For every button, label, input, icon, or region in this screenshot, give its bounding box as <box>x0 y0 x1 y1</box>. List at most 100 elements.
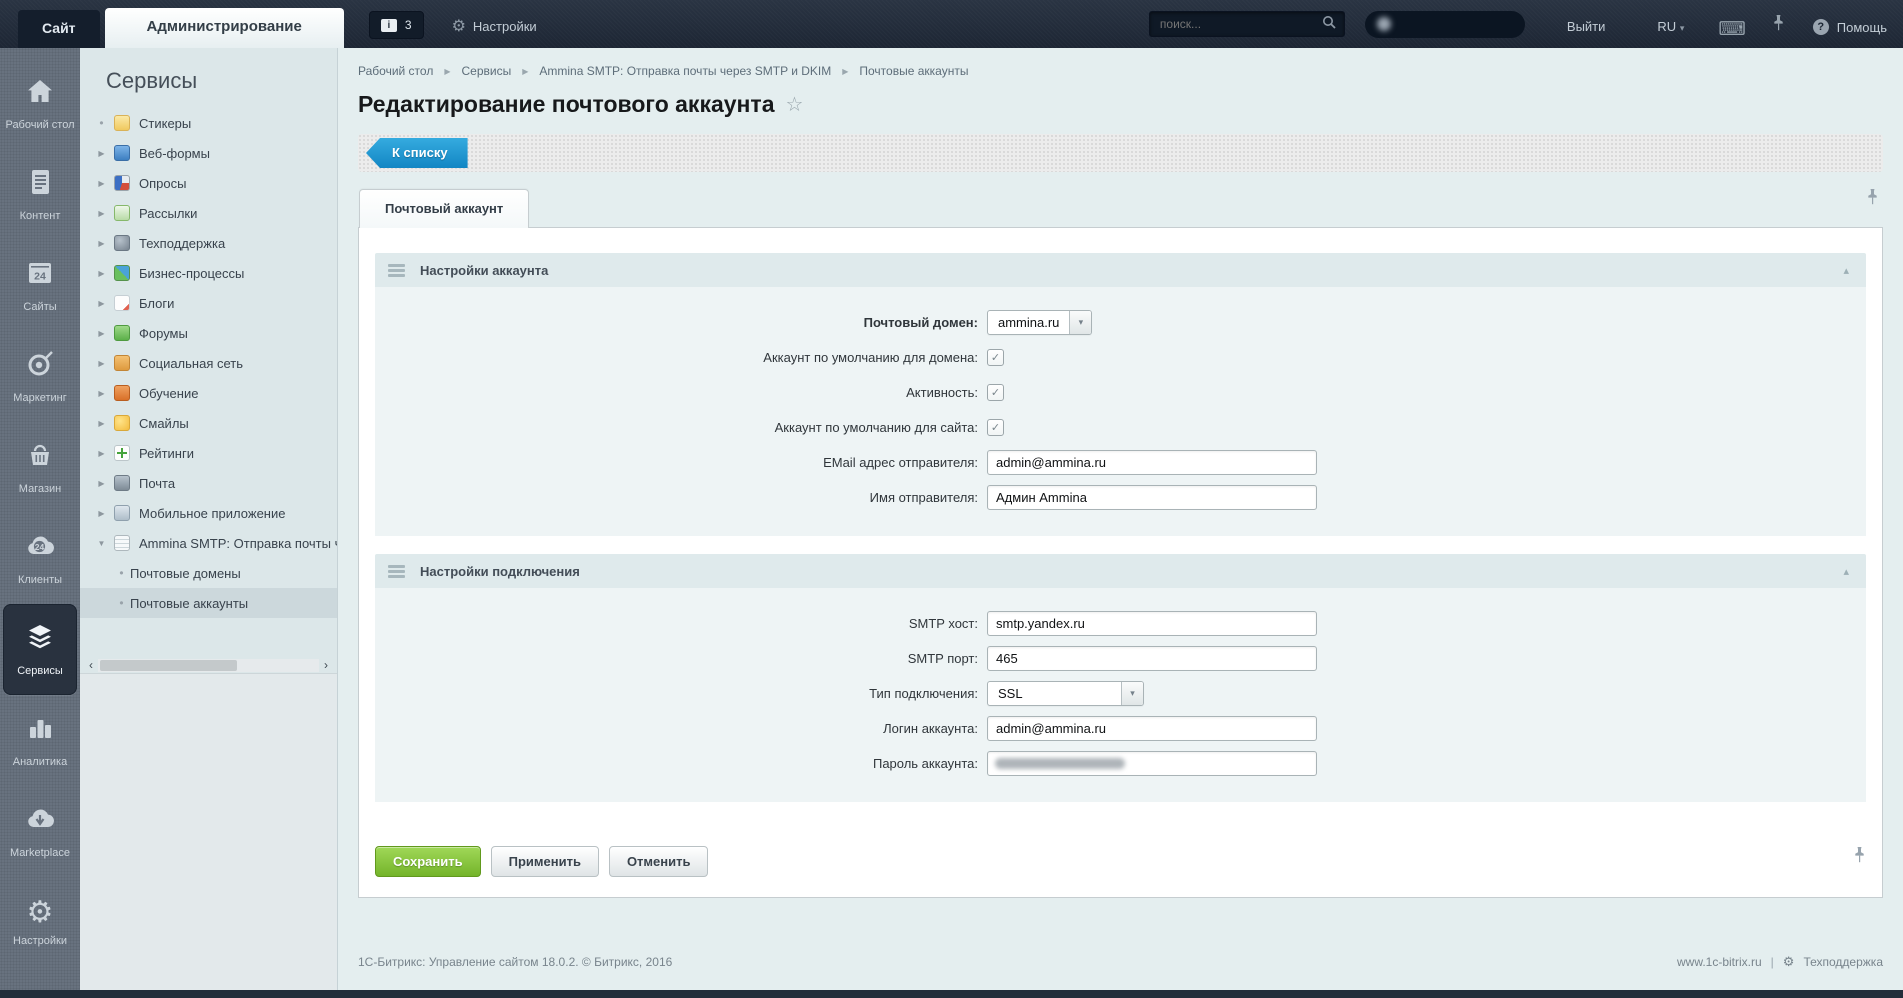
rail-label: Клиенты <box>18 574 62 587</box>
rail-item-marketing[interactable]: Маркетинг <box>3 331 77 422</box>
tab-admin-active[interactable]: Администрирование <box>105 8 344 48</box>
topbar-pin-icon[interactable] <box>1772 14 1785 36</box>
expand-arrow-icon[interactable]: ▶ <box>93 179 110 188</box>
rail-item-sites[interactable]: 24 Сайты <box>3 240 77 331</box>
search-icon[interactable] <box>1322 15 1336 34</box>
sender-email-input[interactable] <box>987 450 1317 475</box>
expand-arrow-icon[interactable]: ▶ <box>93 419 110 428</box>
shop-basket-icon <box>24 439 56 476</box>
section-header[interactable]: Настройки аккаунта ▴ <box>375 253 1866 287</box>
field-row-smtp-port: SMTP порт: <box>375 645 1866 671</box>
scroll-left-arrow[interactable]: ‹ <box>84 659 98 672</box>
expand-arrow-icon[interactable]: • <box>113 596 130 610</box>
expand-arrow-icon[interactable]: ▶ <box>93 239 110 248</box>
breadcrumb-item[interactable]: Рабочий стол <box>358 64 433 78</box>
rail-item-settings[interactable]: ⚙ Настройки <box>3 877 77 968</box>
rail-item-clients[interactable]: 24 Клиенты <box>3 513 77 604</box>
tab-site[interactable]: Сайт <box>18 10 100 48</box>
expand-arrow-icon[interactable]: ▶ <box>93 329 110 338</box>
sidebar-item[interactable]: ▶ Социальная сеть <box>80 348 337 378</box>
footer-support-link[interactable]: Техподдержка <box>1803 955 1883 969</box>
sidebar-item[interactable]: ▶ Опросы <box>80 168 337 198</box>
collapse-arrow-icon[interactable]: ▴ <box>1843 565 1853 578</box>
account-login-input[interactable] <box>987 716 1317 741</box>
sidebar-item[interactable]: • Почтовые домены <box>80 558 337 588</box>
collapse-arrow-icon[interactable]: ▴ <box>1843 264 1853 277</box>
sidebar-item[interactable]: ▶ Обучение <box>80 378 337 408</box>
expand-arrow-icon[interactable]: ▶ <box>93 509 110 518</box>
sidebar-item[interactable]: ▶ Смайлы <box>80 408 337 438</box>
expand-arrow-icon[interactable]: ▶ <box>93 389 110 398</box>
section-title: Настройки аккаунта <box>420 263 548 278</box>
drag-handle-icon[interactable] <box>388 264 405 277</box>
user-name-blurred[interactable] <box>1365 11 1525 38</box>
expand-arrow-icon[interactable]: ▶ <box>93 359 110 368</box>
sidebar-item[interactable]: • Почтовые аккаунты <box>80 588 337 618</box>
sidebar-item[interactable]: ▶ Почта <box>80 468 337 498</box>
sidebar-item[interactable]: ▶ Мобильное приложение <box>80 498 337 528</box>
sidebar-item[interactable]: ▶ Рейтинги <box>80 438 337 468</box>
rail-item-desktop[interactable]: Рабочий стол <box>3 58 77 149</box>
connection-type-select[interactable]: SSL ▾ <box>987 681 1144 706</box>
tabs-pin-icon[interactable] <box>1866 188 1879 210</box>
content-document-icon <box>24 166 56 203</box>
expand-arrow-icon[interactable]: • <box>93 116 110 130</box>
drag-handle-icon[interactable] <box>388 565 405 578</box>
menu-item-icon <box>114 145 130 161</box>
smtp-port-input[interactable] <box>987 646 1317 671</box>
sender-name-input[interactable] <box>987 485 1317 510</box>
sidebar-item[interactable]: ▼ Ammina SMTP: Отправка почты ч <box>80 528 337 558</box>
language-dropdown[interactable]: RU ▾ <box>1657 19 1684 34</box>
smtp-host-input[interactable] <box>987 611 1317 636</box>
sidebar-item[interactable]: ▶ Блоги <box>80 288 337 318</box>
expand-arrow-icon[interactable]: ▼ <box>93 539 110 548</box>
rail-item-services[interactable]: Сервисы <box>3 604 77 695</box>
help-button[interactable]: ? Помощь <box>1813 19 1887 35</box>
tab-mail-account[interactable]: Почтовый аккаунт <box>359 189 529 228</box>
default-for-site-checkbox[interactable]: ✓ <box>987 419 1004 436</box>
rail-item-shop[interactable]: Магазин <box>3 422 77 513</box>
rail-label: Сайты <box>23 301 56 314</box>
apply-button[interactable]: Применить <box>491 846 599 877</box>
default-for-domain-checkbox[interactable]: ✓ <box>987 349 1004 366</box>
active-checkbox[interactable]: ✓ <box>987 384 1004 401</box>
sidebar-item[interactable]: ▶ Техподдержка <box>80 228 337 258</box>
search-input[interactable] <box>1158 16 1322 32</box>
scrollbar-thumb[interactable] <box>100 660 237 671</box>
breadcrumb-item[interactable]: Почтовые аккаунты <box>859 64 968 78</box>
expand-arrow-icon[interactable]: ▶ <box>93 449 110 458</box>
section-title: Настройки подключения <box>420 564 580 579</box>
expand-arrow-icon[interactable]: ▶ <box>93 299 110 308</box>
sidebar-item[interactable]: ▶ Рассылки <box>80 198 337 228</box>
buttons-pin-icon[interactable] <box>1853 846 1866 868</box>
breadcrumb-item[interactable]: Сервисы <box>461 64 511 78</box>
expand-arrow-icon[interactable]: ▶ <box>93 479 110 488</box>
account-password-input[interactable] <box>987 751 1317 776</box>
rail-item-content[interactable]: Контент <box>3 149 77 240</box>
section-header[interactable]: Настройки подключения ▴ <box>375 554 1866 588</box>
scrollbar-track[interactable] <box>98 659 319 672</box>
sidebar-item[interactable]: ▶ Веб-формы <box>80 138 337 168</box>
cancel-button[interactable]: Отменить <box>609 846 709 877</box>
rail-item-marketplace[interactable]: Marketplace <box>3 786 77 877</box>
expand-arrow-icon[interactable]: ▶ <box>93 149 110 158</box>
expand-arrow-icon[interactable]: ▶ <box>93 269 110 278</box>
footer-site-link[interactable]: www.1c-bitrix.ru <box>1677 955 1762 969</box>
expand-arrow-icon[interactable]: • <box>113 566 130 580</box>
scroll-right-arrow[interactable]: › <box>319 659 333 672</box>
back-to-list-button[interactable]: К списку <box>366 138 468 168</box>
notifications-badge[interactable]: i 3 <box>369 11 424 39</box>
breadcrumb-item[interactable]: Ammina SMTP: Отправка почты через SMTP и… <box>539 64 831 78</box>
sidebar-item[interactable]: • Стикеры <box>80 108 337 138</box>
topbar-settings-button[interactable]: ⚙ Настройки <box>452 19 537 34</box>
mail-domain-select[interactable]: ammina.ru ▾ <box>987 310 1092 335</box>
sidebar-item[interactable]: ▶ Форумы <box>80 318 337 348</box>
logout-link[interactable]: Выйти <box>1567 19 1606 34</box>
favorite-star-icon[interactable]: ☆ <box>785 92 803 117</box>
hotkeys-keyboard-icon[interactable]: ⌨ <box>1718 22 1745 38</box>
expand-arrow-icon[interactable]: ▶ <box>93 209 110 218</box>
field-label: SMTP хост: <box>375 616 987 631</box>
save-button[interactable]: Сохранить <box>375 846 481 877</box>
rail-item-analytics[interactable]: Аналитика <box>3 695 77 786</box>
sidebar-item[interactable]: ▶ Бизнес-процессы <box>80 258 337 288</box>
